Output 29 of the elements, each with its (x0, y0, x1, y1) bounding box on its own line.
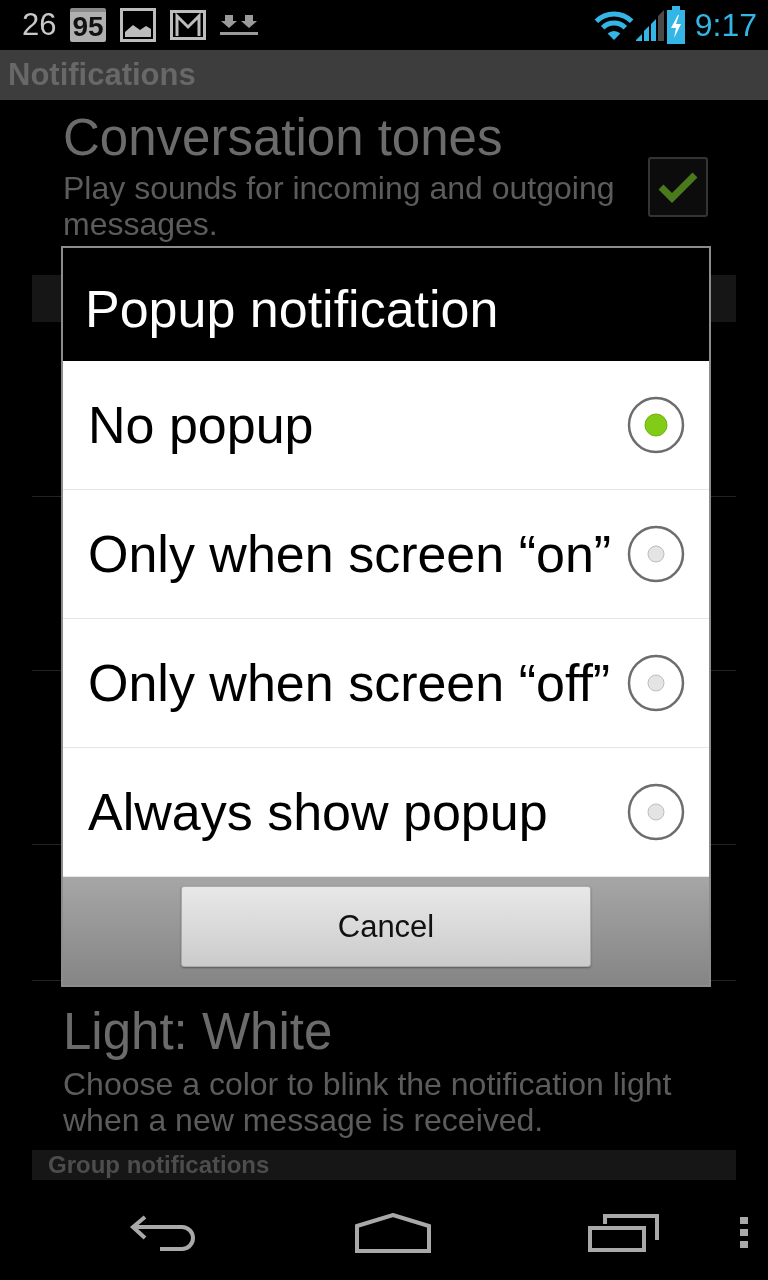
setting-summary: Choose a color to blink the notification light when a new message is received. (63, 1066, 673, 1138)
home-icon[interactable] (355, 1213, 431, 1253)
back-icon[interactable] (128, 1214, 196, 1252)
wifi-icon (592, 9, 635, 41)
download-icon (219, 14, 258, 36)
radio-button[interactable] (627, 654, 685, 712)
recents-icon[interactable] (588, 1214, 660, 1252)
radio-button[interactable] (627, 783, 685, 841)
checkbox[interactable] (648, 157, 708, 217)
status-number: 26 (22, 8, 57, 42)
setting-title: Conversation tones (63, 110, 504, 166)
setting-title: Light: White (63, 1004, 334, 1060)
radio-button[interactable] (627, 525, 685, 583)
status-time: 9:17 (694, 7, 757, 43)
battery-icon (664, 6, 687, 44)
radio-button[interactable] (627, 396, 685, 454)
menu-icon[interactable] (740, 1217, 748, 1249)
option-label[interactable]: No popup (88, 395, 314, 455)
signal-icon (634, 9, 665, 41)
option-label[interactable]: Always show popup (88, 782, 548, 842)
mail-icon (169, 10, 206, 40)
date-badge: 95 (70, 8, 106, 42)
picture-icon (119, 8, 156, 42)
cancel-button[interactable]: Cancel (181, 886, 591, 967)
setting-summary: Play sounds for incoming and outgoing messages. (63, 170, 616, 242)
option-label[interactable]: Only when screen “off” (88, 653, 611, 713)
option-label[interactable]: Only when screen “on” (88, 524, 612, 584)
dialog-title: Popup notification (85, 278, 499, 339)
check-icon (658, 171, 698, 203)
